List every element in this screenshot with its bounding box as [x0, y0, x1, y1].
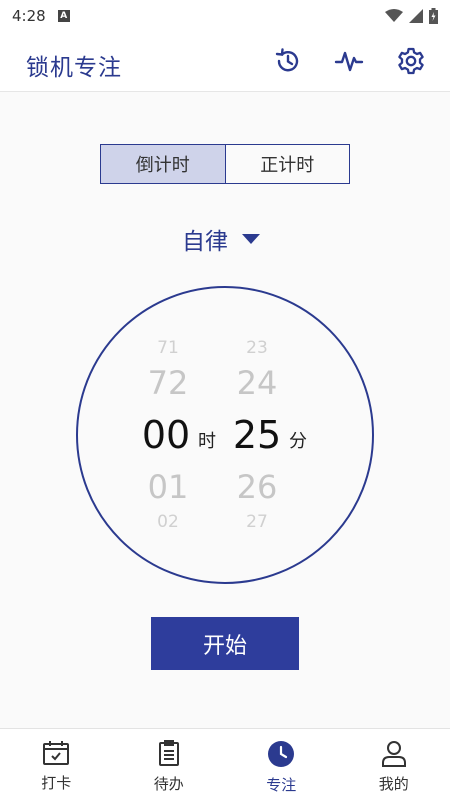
nav-item-label: 我的 — [378, 775, 409, 793]
countup-tab[interactable]: 正计时 — [226, 145, 350, 183]
wifi-icon — [385, 9, 403, 22]
history-icon[interactable] — [273, 46, 303, 76]
status-bar: 4:28 A — [0, 0, 450, 32]
app-title: 锁机专注 — [26, 55, 122, 81]
battery-icon — [429, 8, 438, 24]
hours-unit: 时 — [198, 431, 216, 452]
nav-item-focus[interactable]: 专注 — [225, 729, 338, 801]
hours-option[interactable]: 01 — [138, 468, 198, 506]
caret-down-icon — [242, 234, 260, 244]
bottom-nav: 打卡 待办 专注 我的 — [0, 728, 450, 801]
nav-item-todo[interactable]: 待办 — [113, 729, 226, 801]
status-time: 4:28 — [12, 7, 46, 25]
hours-option[interactable]: 02 — [138, 512, 198, 532]
signal-icon — [409, 9, 423, 23]
nav-item-label: 待办 — [153, 775, 184, 793]
clock-icon — [268, 741, 295, 767]
clipboard-icon — [158, 740, 179, 766]
minutes-option[interactable]: 27 — [227, 512, 287, 532]
minutes-option[interactable]: 26 — [227, 468, 287, 506]
nav-item-checkin[interactable]: 打卡 — [0, 729, 113, 801]
calendar-check-icon — [43, 741, 70, 765]
person-icon — [381, 741, 406, 767]
mode-dropdown-label: 自律 — [182, 229, 228, 255]
minutes-selected[interactable]: 25 — [227, 413, 287, 457]
nav-item-label: 打卡 — [41, 774, 72, 792]
minutes-unit: 分 — [289, 431, 307, 452]
minutes-option[interactable]: 23 — [227, 338, 287, 358]
pulse-icon[interactable] — [334, 46, 364, 76]
notification-icon: A — [57, 10, 70, 22]
hours-selected[interactable]: 00 — [136, 413, 196, 457]
settings-icon[interactable] — [396, 46, 426, 76]
timer-mode-toggle: 倒计时 正计时 — [100, 144, 350, 184]
mode-dropdown[interactable]: 自律 — [182, 222, 260, 256]
minutes-option[interactable]: 24 — [227, 364, 287, 402]
nav-item-label: 专注 — [266, 776, 297, 794]
start-button[interactable]: 开始 — [151, 617, 299, 670]
app-bar: 锁机专注 — [0, 32, 450, 92]
hours-option[interactable]: 71 — [138, 338, 198, 358]
hours-option[interactable]: 72 — [138, 364, 198, 402]
status-icons — [385, 8, 438, 24]
timer-dial: 71 72 00 01 02 时 23 24 25 26 27 分 — [76, 286, 374, 584]
nav-item-profile[interactable]: 我的 — [338, 729, 450, 801]
countdown-tab[interactable]: 倒计时 — [101, 145, 226, 183]
